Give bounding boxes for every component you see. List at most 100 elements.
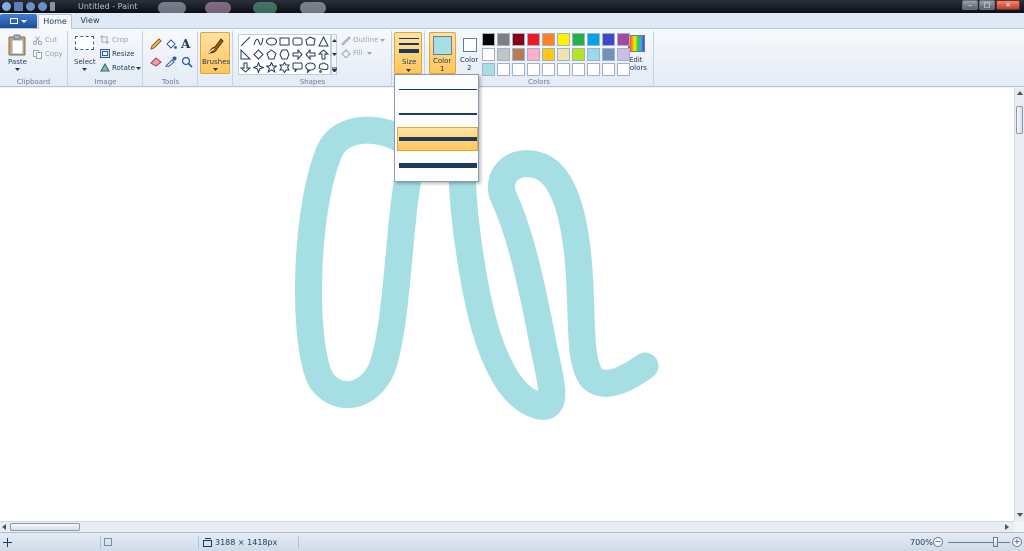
- save-icon[interactable]: [14, 2, 23, 11]
- scroll-left-icon[interactable]: [2, 524, 6, 530]
- magnifier-icon[interactable]: [181, 56, 193, 68]
- palette-swatch[interactable]: [587, 48, 600, 61]
- customize-qat-icon[interactable]: [50, 2, 55, 11]
- chevron-down-icon[interactable]: [82, 68, 87, 71]
- pentagon-shape-icon[interactable]: [265, 48, 278, 61]
- paint-app-icon[interactable]: [2, 2, 11, 11]
- four-point-star-shape-icon[interactable]: [252, 61, 265, 74]
- minimize-button[interactable]: –: [962, 0, 978, 10]
- brushes-button[interactable]: Brushes: [200, 32, 230, 74]
- palette-swatch[interactable]: [572, 63, 585, 76]
- fill-bucket-icon[interactable]: [165, 38, 177, 50]
- palette-swatch[interactable]: [497, 33, 510, 46]
- paste-icon[interactable]: [8, 34, 26, 56]
- resize-button[interactable]: Resize: [112, 50, 134, 58]
- down-arrow-shape-icon[interactable]: [239, 61, 252, 74]
- palette-swatch[interactable]: [557, 63, 570, 76]
- right-triangle-shape-icon[interactable]: [239, 48, 252, 61]
- cut-button[interactable]: Cut: [45, 36, 57, 44]
- chevron-down-icon[interactable]: [15, 68, 20, 71]
- tab-view[interactable]: View: [74, 14, 106, 29]
- palette-swatch[interactable]: [527, 48, 540, 61]
- maximize-button[interactable]: □: [979, 0, 995, 10]
- text-icon[interactable]: A: [181, 37, 190, 51]
- scroll-down-icon[interactable]: [1017, 513, 1023, 517]
- drawing-canvas[interactable]: [0, 88, 1014, 521]
- curve-shape-icon[interactable]: [252, 35, 265, 48]
- six-point-star-shape-icon[interactable]: [278, 61, 291, 74]
- color1-button[interactable]: Color 1: [429, 32, 456, 74]
- paste-button[interactable]: Paste: [8, 58, 27, 66]
- paint-menu-button[interactable]: [0, 14, 37, 28]
- zoom-out-button[interactable]: −: [933, 537, 943, 547]
- zoom-slider-thumb[interactable]: [993, 537, 998, 547]
- undo-icon[interactable]: [26, 2, 35, 11]
- crop-button[interactable]: Crop: [112, 36, 128, 44]
- left-arrow-shape-icon[interactable]: [304, 48, 317, 61]
- palette-swatch[interactable]: [617, 63, 630, 76]
- palette-swatch[interactable]: [557, 33, 570, 46]
- right-arrow-shape-icon[interactable]: [291, 48, 304, 61]
- palette-swatch[interactable]: [602, 48, 615, 61]
- line-shape-icon[interactable]: [239, 35, 252, 48]
- triangle-shape-icon[interactable]: [317, 35, 330, 48]
- rectangle-shape-icon[interactable]: [278, 35, 291, 48]
- palette-swatch[interactable]: [602, 63, 615, 76]
- color2-button[interactable]: Color 2: [458, 32, 485, 74]
- diamond-shape-icon[interactable]: [252, 48, 265, 61]
- palette-swatch[interactable]: [527, 33, 540, 46]
- vertical-scroll-thumb[interactable]: [1016, 106, 1023, 134]
- palette-swatch[interactable]: [512, 63, 525, 76]
- palette-swatch[interactable]: [497, 48, 510, 61]
- palette-swatch[interactable]: [512, 48, 525, 61]
- palette-swatch[interactable]: [542, 33, 555, 46]
- oval-shape-icon[interactable]: [265, 35, 278, 48]
- select-button[interactable]: Select: [74, 58, 96, 66]
- vertical-scrollbar[interactable]: [1014, 88, 1024, 521]
- palette-swatch[interactable]: [527, 63, 540, 76]
- up-arrow-shape-icon[interactable]: [317, 48, 330, 61]
- copy-button[interactable]: Copy: [45, 50, 63, 58]
- palette-swatch[interactable]: [482, 48, 495, 61]
- horizontal-scrollbar[interactable]: [0, 521, 1014, 532]
- palette-swatch[interactable]: [617, 48, 630, 61]
- close-button[interactable]: ×: [996, 0, 1020, 10]
- palette-swatch[interactable]: [602, 33, 615, 46]
- rounded-rectangle-shape-icon[interactable]: [291, 35, 304, 48]
- palette-swatch[interactable]: [572, 48, 585, 61]
- shapes-scroll[interactable]: [331, 34, 337, 75]
- zoom-slider-track[interactable]: [948, 542, 1010, 543]
- zoom-in-button[interactable]: +: [1012, 537, 1022, 547]
- chevron-down-icon[interactable]: [136, 67, 141, 70]
- rounded-callout-shape-icon[interactable]: [291, 61, 304, 74]
- palette-swatch[interactable]: [542, 48, 555, 61]
- hexagon-shape-icon[interactable]: [278, 48, 291, 61]
- size-option[interactable]: [397, 102, 478, 126]
- palette-swatch[interactable]: [482, 33, 495, 46]
- size-option[interactable]: [397, 153, 478, 177]
- rotate-button[interactable]: Rotate: [112, 64, 135, 72]
- redo-icon[interactable]: [38, 2, 47, 11]
- polygon-shape-icon[interactable]: [304, 35, 317, 48]
- select-icon[interactable]: [75, 36, 94, 50]
- size-button[interactable]: Size: [394, 32, 422, 74]
- size-option[interactable]: [397, 77, 478, 101]
- palette-swatch[interactable]: [512, 33, 525, 46]
- palette-swatch[interactable]: [587, 33, 600, 46]
- palette-swatch[interactable]: [572, 33, 585, 46]
- outline-button[interactable]: Outline: [353, 36, 378, 44]
- size-option[interactable]: [397, 127, 478, 151]
- scroll-right-icon[interactable]: [1005, 524, 1009, 530]
- scroll-up-icon[interactable]: [1017, 91, 1023, 95]
- palette-swatch[interactable]: [617, 33, 630, 46]
- five-point-star-shape-icon[interactable]: [265, 61, 278, 74]
- palette-swatch[interactable]: [542, 63, 555, 76]
- fill-button[interactable]: Fill: [353, 49, 362, 57]
- palette-swatch[interactable]: [497, 63, 510, 76]
- color-picker-icon[interactable]: [165, 56, 177, 67]
- cloud-callout-shape-icon[interactable]: [317, 61, 330, 74]
- oval-callout-shape-icon[interactable]: [304, 61, 317, 74]
- palette-swatch[interactable]: [482, 63, 495, 76]
- palette-swatch[interactable]: [557, 48, 570, 61]
- tab-home[interactable]: Home: [38, 14, 72, 29]
